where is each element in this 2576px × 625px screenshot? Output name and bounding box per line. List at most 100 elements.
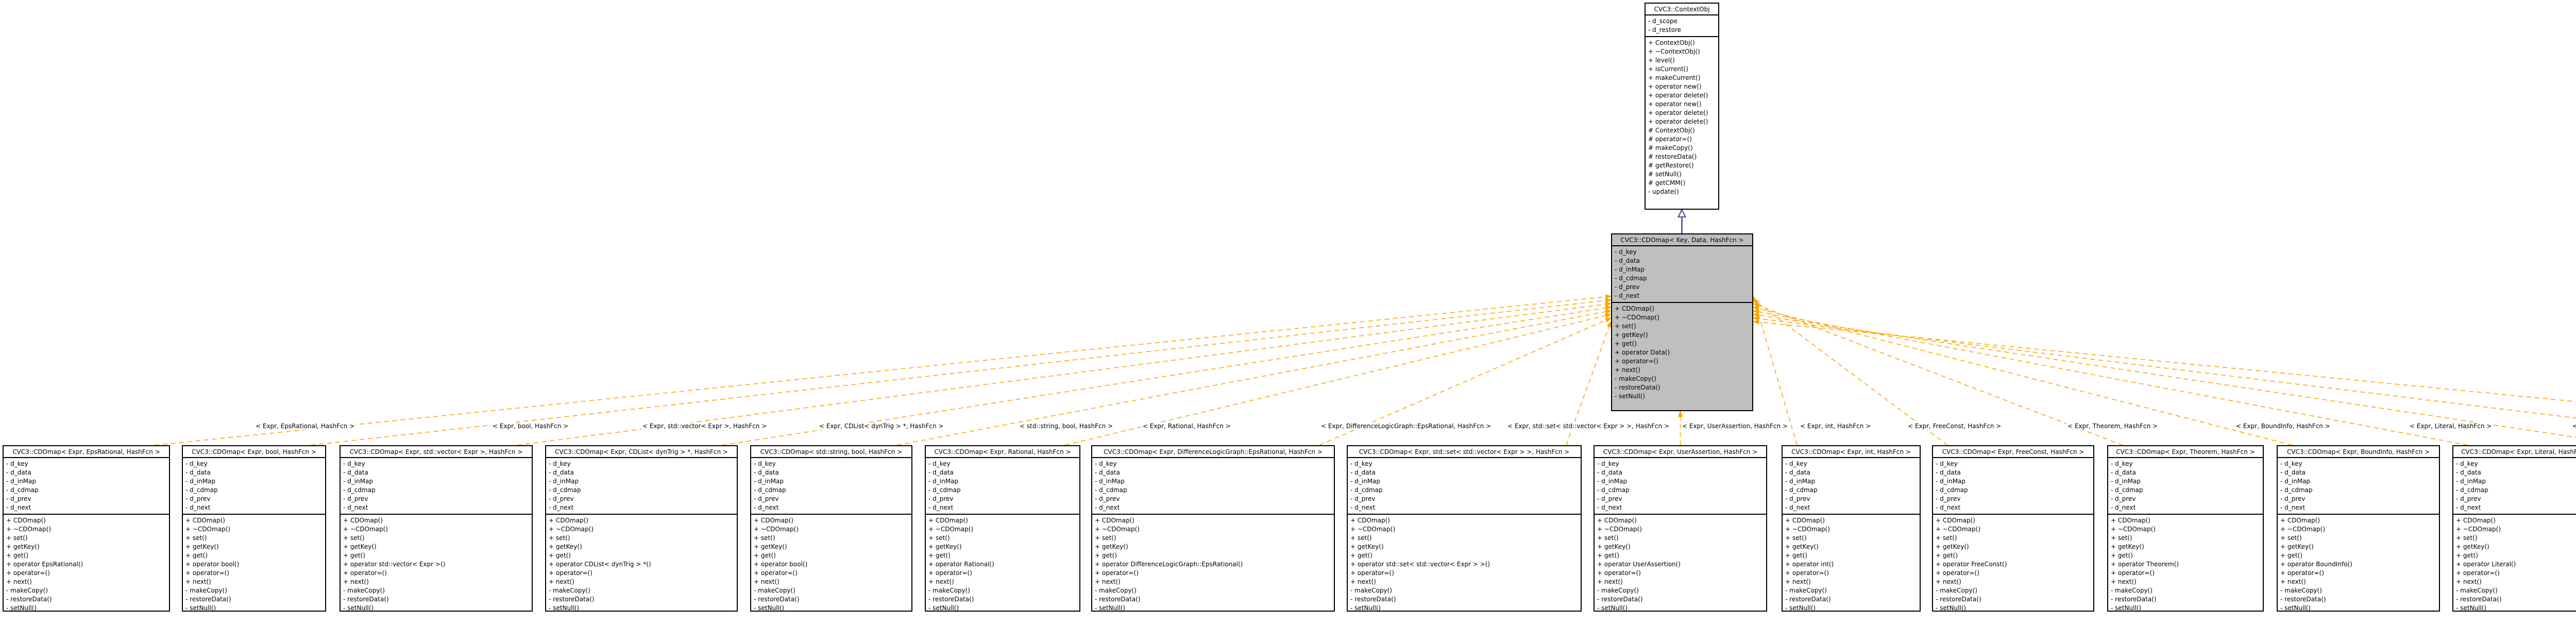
template-args-edge-label: < Expr, BoundInfo, HashFcn > <box>2235 423 2331 430</box>
class-attribute: - d_restore <box>1648 26 1716 35</box>
class-attribute: - d_cdmap <box>1350 486 1578 495</box>
class-attribute: - d_data <box>1597 468 1764 477</box>
class-attribute: - d_next <box>1615 292 1750 300</box>
class-node-instance-7[interactable]: CVC3::CDOmap< Expr, std::set< std::vecto… <box>1347 445 1582 612</box>
class-node-instance-10[interactable]: CVC3::CDOmap< Expr, FreeConst, HashFcn >… <box>1932 445 2094 612</box>
class-method: + level() <box>1648 56 1716 65</box>
class-node-instance-3[interactable]: CVC3::CDOmap< Expr, CDList< dynTrig > *,… <box>545 445 738 612</box>
class-method: + next() <box>1785 578 1917 586</box>
class-method: + operator bool() <box>754 560 909 569</box>
class-method: + ~CDOmap() <box>1095 525 1331 534</box>
class-method: + CDOmap() <box>6 516 166 525</box>
attributes-compartment: - d_key- d_data- d_inMap- d_cdmap- d_pre… <box>1348 458 1581 515</box>
class-attribute: - d_next <box>549 503 734 512</box>
class-node-instance-4[interactable]: CVC3::CDOmap< std::string, bool, HashFcn… <box>750 445 912 612</box>
class-node-instance-9[interactable]: CVC3::CDOmap< Expr, int, HashFcn >- d_ke… <box>1782 445 1921 612</box>
class-diagram-canvas: CVC3::ContextObj- d_scope- d_restore+ Co… <box>0 0 2576 625</box>
class-attribute: - d_inMap <box>343 477 529 486</box>
class-attribute: - d_prev <box>343 495 529 503</box>
class-method: + get() <box>343 551 529 560</box>
template-instance-arrow <box>897 311 1611 445</box>
class-method: - makeCopy() <box>1095 586 1331 595</box>
class-method: + get() <box>2456 551 2576 560</box>
class-method: + operator=() <box>1095 569 1331 578</box>
class-node-instance-6[interactable]: CVC3::CDOmap< Expr, DifferenceLogicGraph… <box>1091 445 1335 612</box>
attributes-compartment: - d_key- d_data- d_inMap- d_cdmap- d_pre… <box>1092 458 1334 515</box>
class-method: + get() <box>1095 551 1331 560</box>
class-attribute: - d_cdmap <box>2456 486 2576 495</box>
class-method: - restoreData() <box>1936 595 2091 604</box>
methods-compartment: + CDOmap()+ ~CDOmap()+ set()+ getKey()+ … <box>1348 515 1581 614</box>
class-method: - restoreData() <box>343 595 529 604</box>
class-method: - restoreData() <box>185 595 323 604</box>
class-attribute: - d_key <box>185 460 323 468</box>
class-title: CVC3::CDOmap< Expr, int, HashFcn > <box>1783 446 1920 458</box>
class-attribute: - d_data <box>2456 468 2576 477</box>
class-method: - makeCopy() <box>1597 586 1764 595</box>
class-method: + next() <box>549 578 734 586</box>
class-method: + operator=() <box>2456 569 2576 578</box>
class-attribute: - d_inMap <box>6 477 166 486</box>
class-method: - setNull() <box>2280 604 2436 613</box>
class-node-instance-13[interactable]: CVC3::CDOmap< Expr, Literal, HashFcn >- … <box>2452 445 2576 612</box>
class-node-cdomap-template[interactable]: CVC3::CDOmap< Key, Data, HashFcn >- d_ke… <box>1611 233 1753 411</box>
class-method: + CDOmap() <box>2456 516 2576 525</box>
class-method: - setNull() <box>928 604 1077 613</box>
class-method: + set() <box>1936 534 2091 543</box>
class-method: - restoreData() <box>1095 595 1331 604</box>
class-method: + getKey() <box>6 543 166 551</box>
class-method: + ~CDOmap() <box>1785 525 1917 534</box>
class-node-instance-11[interactable]: CVC3::CDOmap< Expr, Theorem, HashFcn >- … <box>2107 445 2264 612</box>
class-attribute: - d_scope <box>1648 17 1716 26</box>
class-method: + set() <box>1785 534 1917 543</box>
class-node-contextobj[interactable]: CVC3::ContextObj- d_scope- d_restore+ Co… <box>1645 3 1719 210</box>
class-attribute: - d_inMap <box>1785 477 1917 486</box>
class-method: + next() <box>343 578 529 586</box>
class-method: + CDOmap() <box>1350 516 1578 525</box>
class-node-instance-5[interactable]: CVC3::CDOmap< Expr, Rational, HashFcn >-… <box>925 445 1080 612</box>
class-method: + operator delete() <box>1648 109 1716 117</box>
class-method: + ~CDOmap() <box>928 525 1077 534</box>
class-attribute: - d_next <box>1936 503 2091 512</box>
class-method: - makeCopy() <box>343 586 529 595</box>
class-attribute: - d_key <box>2280 460 2436 468</box>
template-args-edge-label: < Expr, EpsRational, HashFcn > <box>255 423 355 430</box>
class-attribute: - d_prev <box>2111 495 2260 503</box>
class-method: + set() <box>1095 534 1331 543</box>
class-node-instance-12[interactable]: CVC3::CDOmap< Expr, BoundInfo, HashFcn >… <box>2277 445 2440 612</box>
class-method: + ~CDOmap() <box>6 525 166 534</box>
class-attribute: - d_data <box>2111 468 2260 477</box>
class-method: + next() <box>6 578 166 586</box>
class-attribute: - d_data <box>1615 257 1750 265</box>
class-method: + getKey() <box>2280 543 2436 551</box>
class-attribute: - d_data <box>1350 468 1578 477</box>
methods-compartment: + CDOmap()+ ~CDOmap()+ set()+ getKey()+ … <box>546 515 737 614</box>
class-node-instance-1[interactable]: CVC3::CDOmap< Expr, bool, HashFcn >- d_k… <box>182 445 326 612</box>
class-title: CVC3::CDOmap< Expr, FreeConst, HashFcn > <box>1933 446 2093 458</box>
template-args-edge-label: < Expr, int, HashFcn > <box>1799 423 1872 430</box>
class-attribute: - d_inMap <box>185 477 323 486</box>
class-attribute: - d_next <box>185 503 323 512</box>
class-method: + operator=() <box>1785 569 1917 578</box>
class-node-instance-2[interactable]: CVC3::CDOmap< Expr, std::vector< Expr >,… <box>340 445 533 612</box>
class-attribute: - d_inMap <box>1350 477 1578 486</box>
class-method: + getKey() <box>1095 543 1331 551</box>
class-method: + get() <box>2111 551 2260 560</box>
class-attribute: - d_key <box>1350 460 1578 468</box>
class-attribute: - d_prev <box>928 495 1077 503</box>
methods-compartment: + CDOmap()+ ~CDOmap()+ set()+ getKey()+ … <box>1092 515 1334 614</box>
class-method: # operator=() <box>1648 135 1716 144</box>
class-method: + operator=() <box>754 569 909 578</box>
methods-compartment: + CDOmap()+ ~CDOmap()+ set()+ getKey()+ … <box>2278 515 2439 614</box>
class-method: + set() <box>2456 534 2576 543</box>
class-title: CVC3::CDOmap< Expr, DifferenceLogicGraph… <box>1092 446 1334 458</box>
class-attribute: - d_prev <box>1095 495 1331 503</box>
class-method: - setNull() <box>2456 604 2576 613</box>
class-node-instance-8[interactable]: CVC3::CDOmap< Expr, UserAssertion, HashF… <box>1594 445 1767 612</box>
attributes-compartment: - d_key- d_data- d_inMap- d_cdmap- d_pre… <box>751 458 911 515</box>
class-attribute: - d_prev <box>185 495 323 503</box>
class-node-instance-0[interactable]: CVC3::CDOmap< Expr, EpsRational, HashFcn… <box>3 445 170 612</box>
class-method: + get() <box>1785 551 1917 560</box>
class-method: + operator=() <box>1936 569 2091 578</box>
class-title: CVC3::CDOmap< Expr, Theorem, HashFcn > <box>2108 446 2263 458</box>
